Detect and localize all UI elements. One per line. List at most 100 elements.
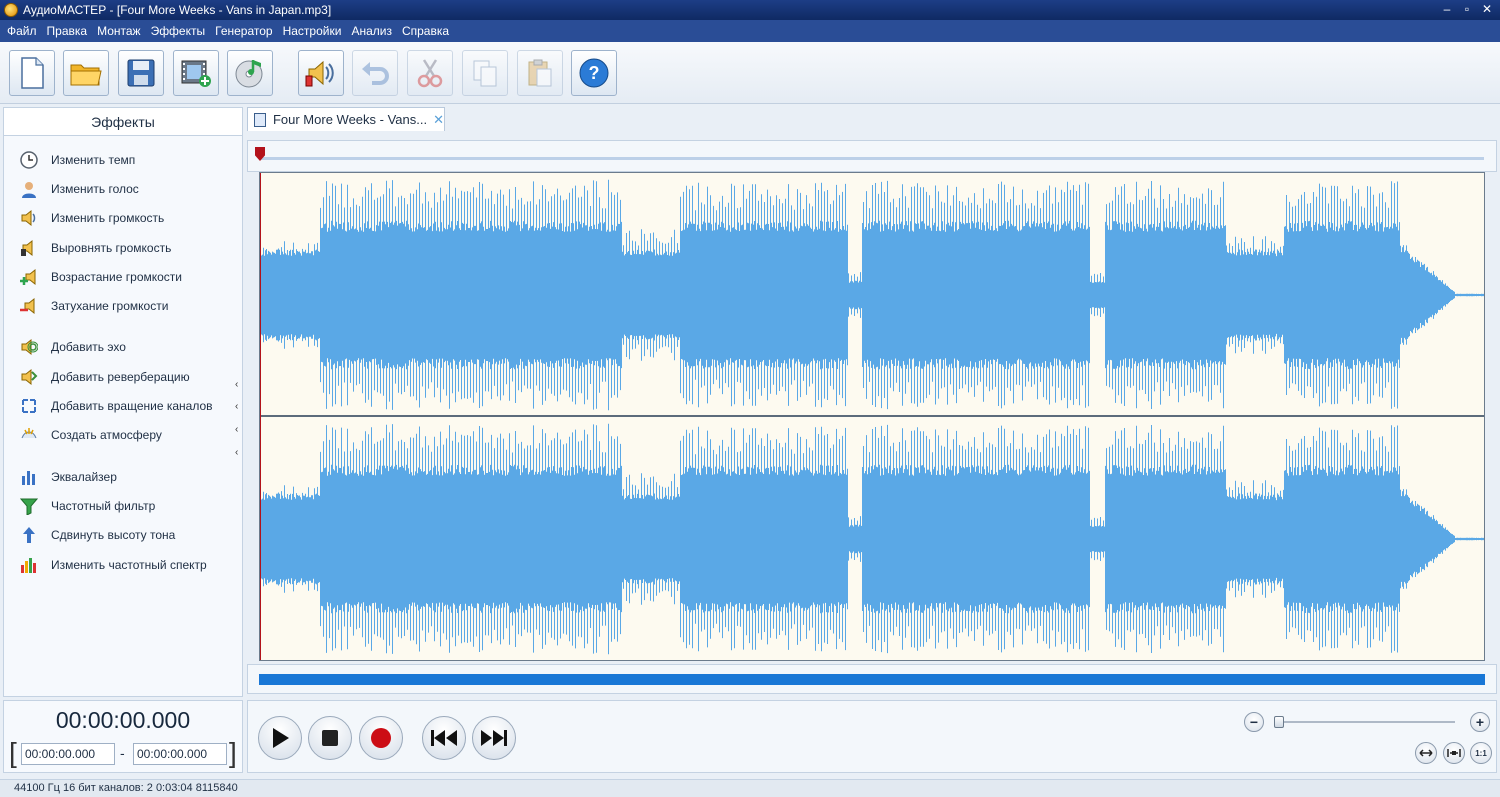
fast-forward-button[interactable] xyxy=(472,716,516,760)
volume-level-icon xyxy=(19,238,39,258)
channel-rotate-icon xyxy=(19,396,39,416)
play-button[interactable] xyxy=(258,716,302,760)
effect-equalizer[interactable]: Эквалайзер xyxy=(4,462,242,491)
menu-analysis[interactable]: Анализ xyxy=(346,20,397,42)
copy-button[interactable] xyxy=(462,50,508,96)
person-voice-icon xyxy=(19,179,39,199)
bracket-right: ] xyxy=(229,737,237,768)
stop-button[interactable] xyxy=(308,716,352,760)
speaker-volume-icon xyxy=(305,60,334,87)
effect-normalize-volume[interactable]: Выровнять громкость xyxy=(4,233,242,262)
menu-help[interactable]: Справка xyxy=(397,20,454,42)
close-window-button[interactable]: ✕ xyxy=(1478,1,1496,17)
effect-label: Изменить голос xyxy=(51,181,139,196)
help-button[interactable]: ? xyxy=(571,50,617,96)
horizontal-scrollbar[interactable] xyxy=(247,664,1497,694)
fit-selection-icon xyxy=(1447,749,1461,757)
toolbar: ? xyxy=(0,42,1500,104)
new-file-button[interactable] xyxy=(9,50,55,96)
tab-file[interactable]: Four More Weeks - Vans... ✕ xyxy=(247,107,445,131)
zoom-one-to-one-button[interactable]: 1:1 xyxy=(1470,742,1492,764)
time-panel: 00:00:00.000 [ 00:00:00.000 - 00:00:00.0… xyxy=(3,700,243,773)
effect-frequency-spectrum[interactable]: Изменить частотный спектр xyxy=(4,550,242,579)
help-icon: ? xyxy=(579,58,609,88)
collapse-arrow-icon[interactable]: ‹ xyxy=(235,401,238,412)
effects-panel-title: Эффекты xyxy=(4,108,242,136)
cut-button[interactable] xyxy=(407,50,453,96)
collapse-arrow-icon[interactable]: ‹ xyxy=(235,379,238,390)
record-button[interactable] xyxy=(359,716,403,760)
effect-atmosphere[interactable]: Создать атмосферу xyxy=(4,421,242,450)
zoom-slider-track[interactable] xyxy=(1277,721,1455,723)
cd-music-icon xyxy=(235,60,263,88)
effect-label: Изменить частотный спектр xyxy=(51,557,207,572)
scroll-thumb[interactable] xyxy=(259,674,1485,685)
rewind-button[interactable] xyxy=(422,716,466,760)
fit-width-button[interactable] xyxy=(1415,742,1437,764)
minimize-button[interactable]: – xyxy=(1438,1,1456,17)
menu-settings[interactable]: Настройки xyxy=(278,20,347,42)
collapse-arrow-icon[interactable]: ‹ xyxy=(235,424,238,435)
undo-icon xyxy=(362,62,389,85)
effect-label: Затухание громкости xyxy=(51,299,169,314)
tab-close-icon[interactable]: ✕ xyxy=(433,112,444,128)
add-video-icon xyxy=(181,60,211,87)
effect-fade-out[interactable]: Затухание громкости xyxy=(4,291,242,320)
audio-file-icon xyxy=(254,112,266,127)
effect-channel-rotation[interactable]: Добавить вращение каналов xyxy=(4,391,242,420)
effect-label: Сдвинуть высоту тона xyxy=(51,528,176,543)
selection-end-field[interactable]: 00:00:00.000 xyxy=(133,743,227,765)
effect-label: Добавить реверберацию xyxy=(51,369,190,384)
channel-divider xyxy=(260,415,1484,417)
rewind-icon xyxy=(431,730,457,746)
new-file-icon xyxy=(21,57,44,89)
effect-pitch-shift[interactable]: Сдвинуть высоту тона xyxy=(4,521,242,550)
play-icon xyxy=(273,728,289,748)
fit-selection-button[interactable] xyxy=(1443,742,1465,764)
effect-change-volume[interactable]: Изменить громкость xyxy=(4,204,242,233)
selection-start-field[interactable]: 00:00:00.000 xyxy=(21,743,115,765)
selection-separator: - xyxy=(120,745,125,761)
atmosphere-icon xyxy=(19,425,39,445)
menu-generator[interactable]: Генератор xyxy=(210,20,277,42)
collapse-arrow-icon[interactable]: ‹ xyxy=(235,447,238,458)
save-icon xyxy=(127,59,155,87)
effect-change-tempo[interactable]: Изменить темп xyxy=(4,145,242,174)
menu-montage[interactable]: Монтаж xyxy=(92,20,146,42)
menu-edit[interactable]: Правка xyxy=(42,20,93,42)
equalizer-icon xyxy=(19,467,39,487)
effects-panel: Эффекты Изменить темп Изменить голос Изм… xyxy=(3,107,243,697)
bracket-left: [ xyxy=(9,737,17,768)
fit-width-icon xyxy=(1419,749,1433,757)
svg-text:?: ? xyxy=(589,63,600,83)
fast-forward-icon xyxy=(481,730,507,746)
add-video-button[interactable] xyxy=(173,50,219,96)
open-file-button[interactable] xyxy=(63,50,109,96)
effect-fade-in[interactable]: Возрастание громкости xyxy=(4,262,242,291)
paste-button[interactable] xyxy=(517,50,563,96)
undo-button[interactable] xyxy=(352,50,398,96)
paste-icon xyxy=(528,59,552,87)
spectrum-icon xyxy=(19,555,39,575)
waveform-view[interactable] xyxy=(259,172,1485,661)
menu-file[interactable]: Файл xyxy=(2,20,42,42)
timeline-ruler[interactable] xyxy=(247,140,1497,172)
effect-label: Частотный фильтр xyxy=(51,498,156,513)
effect-change-voice[interactable]: Изменить голос xyxy=(4,174,242,203)
effects-list: Изменить темп Изменить голос Изменить гр… xyxy=(4,145,242,579)
effect-label: Изменить громкость xyxy=(51,211,165,226)
menu-effects[interactable]: Эффекты xyxy=(146,20,211,42)
transport-panel: − + 1:1 xyxy=(247,700,1497,773)
effect-add-echo[interactable]: Добавить эхо xyxy=(4,333,242,362)
effect-frequency-filter[interactable]: Частотный фильтр xyxy=(4,491,242,520)
maximize-button[interactable]: ▫ xyxy=(1458,1,1476,17)
effect-label: Изменить темп xyxy=(51,152,136,167)
zoom-slider-thumb[interactable] xyxy=(1274,716,1284,728)
zoom-in-button[interactable]: + xyxy=(1470,712,1490,732)
window-title: АудиоМАСТЕР - [Four More Weeks - Vans in… xyxy=(23,3,332,17)
save-button[interactable] xyxy=(118,50,164,96)
volume-button[interactable] xyxy=(298,50,344,96)
effect-add-reverb[interactable]: Добавить реверберацию xyxy=(4,362,242,391)
zoom-out-button[interactable]: − xyxy=(1244,712,1264,732)
cd-music-button[interactable] xyxy=(227,50,273,96)
